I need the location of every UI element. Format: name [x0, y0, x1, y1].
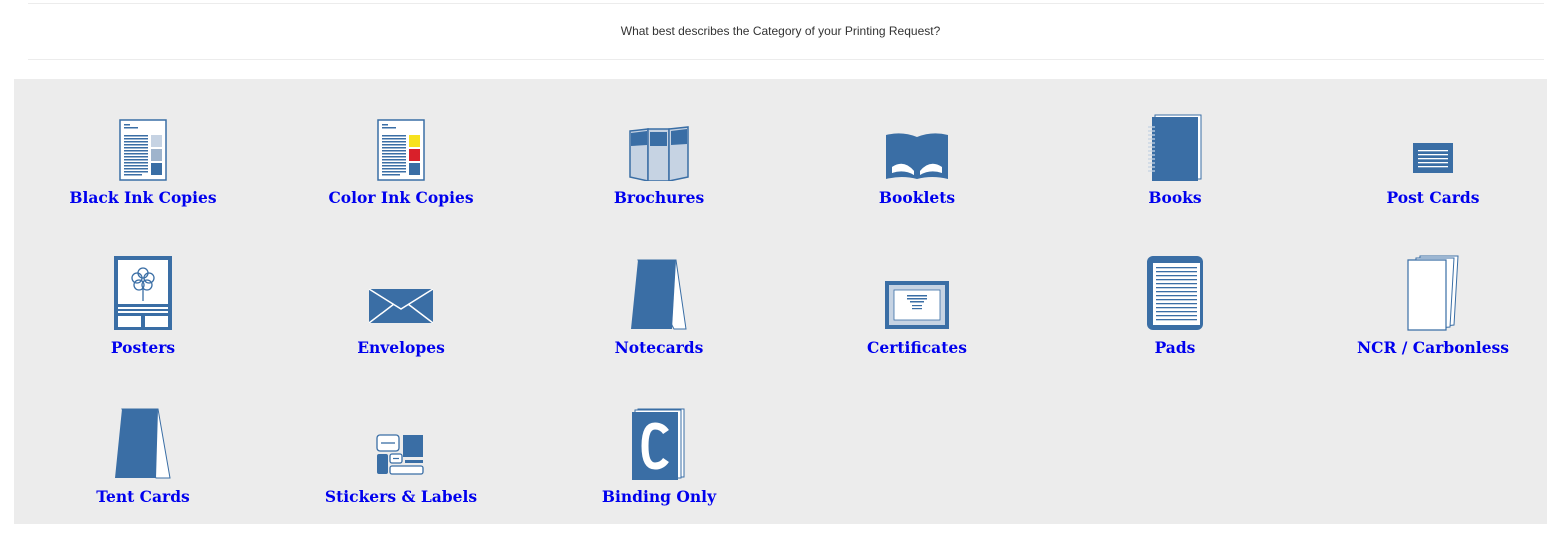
- spiral-book-icon: [1135, 101, 1215, 181]
- category-label: Brochures: [613, 188, 705, 207]
- category-label: Pads: [1154, 338, 1196, 357]
- category-black-ink-copies[interactable]: Black Ink Copies: [14, 101, 272, 241]
- category-label: Certificates: [867, 338, 967, 357]
- category-post-cards[interactable]: Post Cards: [1304, 101, 1561, 241]
- category-label: Color Ink Copies: [328, 188, 474, 207]
- category-label: Black Ink Copies: [69, 188, 217, 207]
- category-label: Binding Only: [601, 487, 717, 506]
- color-ink-document-icon: [361, 101, 441, 181]
- category-binding-only[interactable]: Binding Only: [530, 400, 788, 540]
- poster-icon: [103, 251, 183, 331]
- category-envelopes[interactable]: Envelopes: [272, 251, 530, 391]
- notepad-icon: [1135, 251, 1215, 331]
- question-divider: [28, 59, 1544, 60]
- top-divider: [28, 3, 1544, 4]
- category-label: Envelopes: [357, 338, 445, 357]
- category-label: Stickers & Labels: [324, 487, 478, 506]
- category-label: Notecards: [614, 338, 704, 357]
- black-ink-document-icon: [103, 101, 183, 181]
- tent-card-icon: [103, 400, 183, 480]
- category-grid: Black Ink Copies Color Ink Copies Brochu…: [14, 79, 1547, 524]
- page-question: What best describes the Category of your…: [620, 24, 941, 38]
- category-pads[interactable]: Pads: [1046, 251, 1304, 391]
- trifold-brochure-icon: [619, 101, 699, 181]
- carbonless-form-icon: [1393, 251, 1473, 331]
- category-brochures[interactable]: Brochures: [530, 101, 788, 241]
- category-label: Tent Cards: [96, 487, 190, 506]
- category-label: Books: [1148, 188, 1202, 207]
- category-posters[interactable]: Posters: [14, 251, 272, 391]
- certificate-icon: [877, 251, 957, 331]
- category-notecards[interactable]: Notecards: [530, 251, 788, 391]
- category-books[interactable]: Books: [1046, 101, 1304, 241]
- notecard-icon: [619, 251, 699, 331]
- postcard-icon: [1393, 101, 1473, 181]
- stickers-labels-icon: [361, 400, 441, 480]
- category-label: Posters: [110, 338, 176, 357]
- category-label: Post Cards: [1386, 188, 1480, 207]
- category-label: Booklets: [878, 188, 956, 207]
- category-label: NCR / Carbonless: [1356, 338, 1510, 357]
- category-ncr-carbonless[interactable]: NCR / Carbonless: [1304, 251, 1561, 391]
- category-color-ink-copies[interactable]: Color Ink Copies: [272, 101, 530, 241]
- open-booklet-icon: [877, 101, 957, 181]
- category-booklets[interactable]: Booklets: [788, 101, 1046, 241]
- category-tent-cards[interactable]: Tent Cards: [14, 400, 272, 540]
- category-certificates[interactable]: Certificates: [788, 251, 1046, 391]
- envelope-icon: [361, 251, 441, 331]
- category-stickers-labels[interactable]: Stickers & Labels: [272, 400, 530, 540]
- binding-icon: [619, 400, 699, 480]
